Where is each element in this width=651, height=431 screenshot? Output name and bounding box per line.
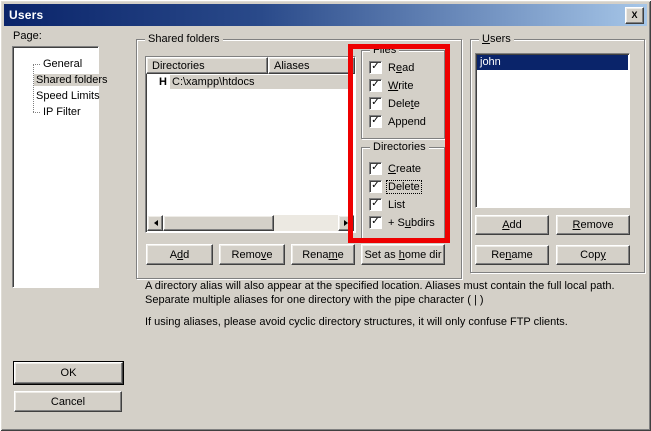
check-icon: ✓ <box>371 181 379 191</box>
directories-listview: Directories Aliases H C:\xampp\htdocs <box>145 56 356 233</box>
tree-item-general[interactable]: General <box>13 56 98 72</box>
subdirs-checkbox-row[interactable]: ✓ + Subdirs <box>369 216 436 229</box>
column-header-directories[interactable]: Directories <box>146 57 268 74</box>
scroll-left-icon <box>151 220 158 226</box>
files-permissions-group: Files ✓ Read ✓ Write ✓ Delete ✓ Append <box>361 50 445 139</box>
check-icon: ✓ <box>371 163 379 173</box>
append-checkbox-row[interactable]: ✓ Append <box>369 115 427 128</box>
checkbox[interactable]: ✓ <box>369 97 382 110</box>
remove-directory-button[interactable]: Remove <box>219 244 285 265</box>
close-icon: X <box>631 11 637 20</box>
scroll-left-button[interactable] <box>147 215 163 231</box>
write-checkbox-row[interactable]: ✓ Write <box>369 79 414 92</box>
files-group-label: Files <box>370 44 399 56</box>
users-listbox[interactable]: john <box>475 53 630 208</box>
directories-group-label: Directories <box>370 141 429 153</box>
rename-user-button[interactable]: Rename <box>475 245 549 265</box>
close-button[interactable]: X <box>625 7 644 24</box>
scrollbar-thumb[interactable] <box>163 215 274 231</box>
listview-header: Directories Aliases <box>146 57 355 74</box>
remove-user-button[interactable]: Remove <box>556 215 630 235</box>
window-title: Users <box>4 8 43 22</box>
rename-directory-button[interactable]: Rename <box>291 244 355 265</box>
page-label: Page: <box>13 30 42 42</box>
checkbox[interactable]: ✓ <box>369 79 382 92</box>
help-text: A directory alias will also appear at th… <box>145 279 637 337</box>
create-checkbox-row[interactable]: ✓ Create <box>369 162 422 175</box>
scrollbar-track[interactable] <box>274 215 338 231</box>
ok-button[interactable]: OK <box>14 362 123 384</box>
alias-help-paragraph: A directory alias will also appear at th… <box>145 279 637 307</box>
tree-item-shared-folders[interactable]: Shared folders <box>13 72 98 88</box>
horizontal-scrollbar[interactable] <box>147 215 354 231</box>
check-icon: ✓ <box>371 116 379 126</box>
add-user-button[interactable]: Add <box>475 215 549 235</box>
check-icon: ✓ <box>371 98 379 108</box>
checkbox[interactable]: ✓ <box>369 162 382 175</box>
directories-permissions-group: Directories ✓ Create ✓ Delete ✓ List ✓ +… <box>361 147 445 240</box>
tree-connector <box>33 111 40 113</box>
check-icon: ✓ <box>371 80 379 90</box>
users-group-label: Users <box>479 33 514 45</box>
check-icon: ✓ <box>371 62 379 72</box>
tree-connector <box>33 63 40 65</box>
users-group: Users john Add Remove Rename Copy <box>470 39 645 273</box>
checkbox[interactable]: ✓ <box>369 61 382 74</box>
checkbox[interactable]: ✓ <box>369 180 382 193</box>
home-directory-marker: H <box>159 76 170 88</box>
check-icon: ✓ <box>371 217 379 227</box>
user-list-item[interactable]: john <box>477 55 628 70</box>
cyclic-help-paragraph: If using aliases, please avoid cyclic di… <box>145 315 637 329</box>
set-as-home-dir-button[interactable]: Set as home dir <box>361 244 445 265</box>
tree-item-ip-filter[interactable]: IP Filter <box>13 104 98 120</box>
tree-item-speed-limits[interactable]: Speed Limits <box>13 88 98 104</box>
directory-path: C:\xampp\htdocs <box>170 75 353 89</box>
checkbox[interactable]: ✓ <box>369 216 382 229</box>
delete-files-checkbox-row[interactable]: ✓ Delete <box>369 97 421 110</box>
list-checkbox-row[interactable]: ✓ List <box>369 198 406 211</box>
check-icon: ✓ <box>371 199 379 209</box>
copy-user-button[interactable]: Copy <box>556 245 630 265</box>
users-dialog: Users X Page: General Shared folders Spe… <box>0 0 651 431</box>
read-checkbox-row[interactable]: ✓ Read <box>369 61 415 74</box>
checkbox[interactable]: ✓ <box>369 115 382 128</box>
scroll-right-button[interactable] <box>338 215 354 231</box>
scroll-right-icon <box>344 220 351 226</box>
cancel-button[interactable]: Cancel <box>14 391 122 412</box>
add-directory-button[interactable]: Add <box>146 244 213 265</box>
ok-button-default-ring: OK <box>13 361 124 385</box>
column-header-aliases[interactable]: Aliases <box>268 57 355 74</box>
title-bar[interactable]: Users X <box>4 4 647 26</box>
page-tree: General Shared folders Speed Limits IP F… <box>12 46 99 288</box>
checkbox[interactable]: ✓ <box>369 198 382 211</box>
directory-row[interactable]: H C:\xampp\htdocs <box>146 74 355 90</box>
delete-directories-checkbox-row[interactable]: ✓ Delete <box>369 180 421 193</box>
shared-folders-group-label: Shared folders <box>145 33 223 45</box>
